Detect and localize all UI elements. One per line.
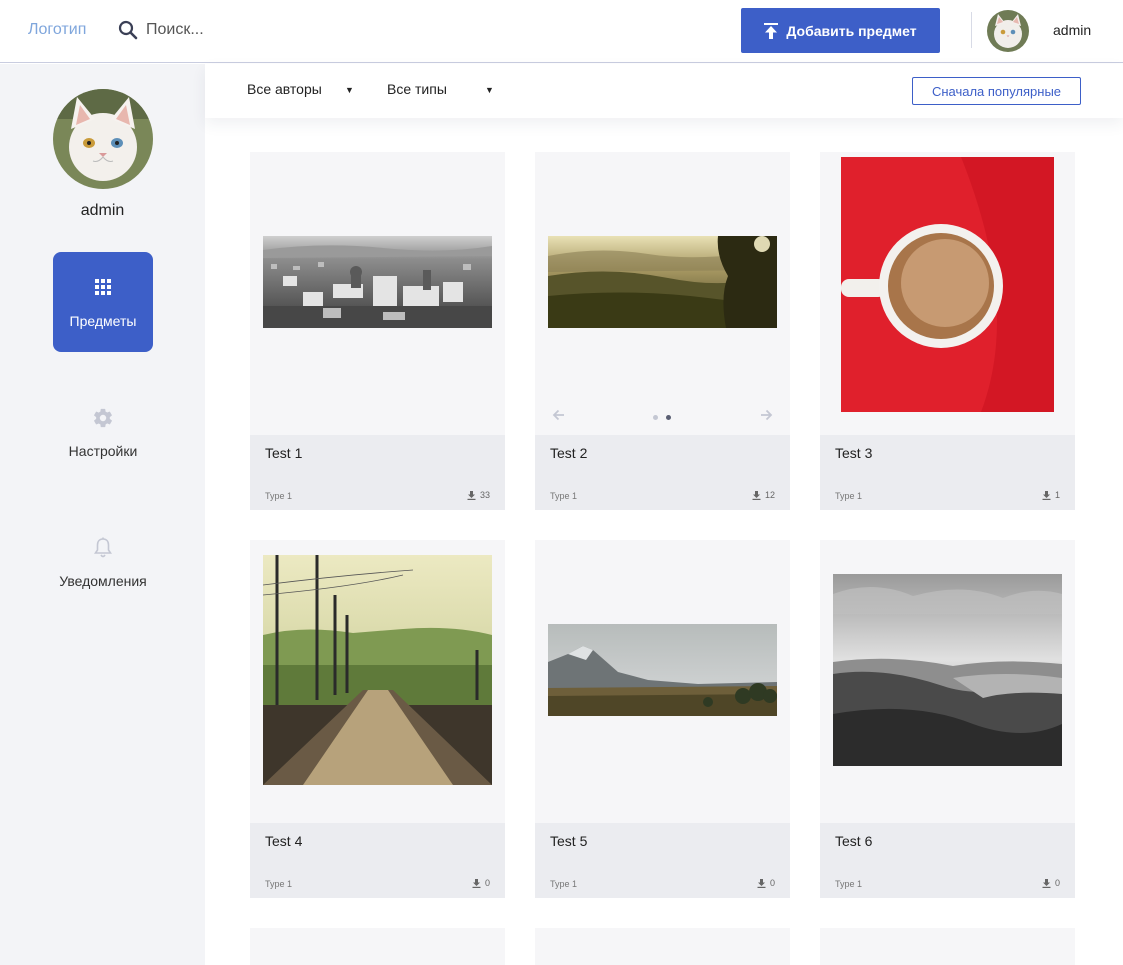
card-title[interactable]: Test 2 [550, 445, 587, 461]
card-type: Type 1 [835, 879, 863, 889]
card-media [535, 152, 790, 435]
sidebar-item-label: Уведомления [59, 573, 147, 589]
header-username[interactable]: admin [1053, 22, 1091, 38]
card-media [250, 540, 505, 823]
types-filter[interactable]: Все типы ▼ [387, 81, 494, 97]
arrow-left-icon[interactable] [552, 408, 566, 422]
coffee-photo [841, 157, 1054, 412]
card-type: Type 1 [265, 879, 293, 889]
sidebar-item-notifications[interactable]: Уведомления [53, 512, 153, 612]
download-count: 33 [467, 490, 490, 500]
hills-photo [548, 236, 777, 328]
caret-down-icon: ▼ [485, 85, 494, 95]
item-card-partial[interactable] [535, 928, 790, 965]
search-input[interactable] [146, 17, 446, 43]
search-icon[interactable] [118, 20, 138, 40]
item-card[interactable]: Test 4 Type 1 0 [250, 540, 505, 898]
card-type: Type 1 [835, 491, 863, 501]
card-info: Test 2 Type 1 12 [535, 435, 790, 510]
card-media [820, 540, 1075, 823]
logo[interactable]: Логотип [28, 21, 86, 39]
card-info: Test 5 Type 1 0 [535, 823, 790, 898]
download-count-value: 1 [1054, 490, 1060, 500]
card-media [535, 540, 790, 823]
download-icon [1042, 878, 1051, 888]
card-type: Type 1 [550, 491, 578, 501]
card-title[interactable]: Test 1 [265, 445, 302, 461]
sidebar-item-label: Настройки [68, 443, 138, 459]
download-icon [1042, 490, 1051, 500]
top-bar: Логотип Добавить предмет admin [0, 0, 1123, 63]
item-card-partial[interactable] [820, 928, 1075, 965]
card-type: Type 1 [550, 879, 578, 889]
sidebar-item-label: Предметы [69, 313, 137, 329]
item-card[interactable]: Test 5 Type 1 0 [535, 540, 790, 898]
card-media [820, 152, 1075, 435]
card-info: Test 3 Type 1 1 [820, 435, 1075, 510]
railway-photo [263, 555, 492, 785]
sidebar-item-settings[interactable]: Настройки [53, 382, 153, 482]
city-photo [263, 236, 492, 328]
card-title[interactable]: Test 4 [265, 833, 302, 849]
gear-icon [92, 407, 114, 429]
avatar[interactable] [987, 10, 1029, 52]
card-media [250, 152, 505, 435]
filter-bar: Все авторы ▼ Все типы ▼ Сначала популярн… [205, 64, 1123, 118]
download-icon [467, 490, 476, 500]
download-count-value: 0 [1054, 878, 1060, 888]
carousel-dot[interactable] [653, 415, 658, 420]
add-item-label: Добавить предмет [786, 22, 917, 39]
header-divider [971, 12, 972, 48]
card-info: Test 4 Type 1 0 [250, 823, 505, 898]
download-icon [472, 878, 481, 888]
card-title[interactable]: Test 3 [835, 445, 872, 461]
item-card[interactable]: Test 3 Type 1 1 [820, 152, 1075, 510]
profile-username: admin [80, 202, 125, 219]
valley-photo [833, 574, 1062, 766]
item-card[interactable]: Test 2 Type 1 12 [535, 152, 790, 510]
profile-avatar[interactable] [53, 89, 153, 189]
download-count: 0 [1042, 878, 1060, 888]
add-item-button[interactable]: Добавить предмет [741, 8, 940, 53]
sort-button[interactable]: Сначала популярные [912, 77, 1081, 105]
arrow-right-icon[interactable] [759, 408, 773, 422]
grid-icon [94, 278, 112, 296]
download-icon [757, 878, 766, 888]
card-type: Type 1 [265, 491, 293, 501]
download-count: 1 [1042, 490, 1060, 500]
download-icon [752, 490, 761, 500]
card-info: Test 1 Type 1 33 [250, 435, 505, 510]
items-grid: Test 1 Type 1 33 Test 2 Type 1 12 Test 3… [250, 152, 1075, 965]
download-count-value: 12 [764, 490, 775, 500]
bell-icon [93, 537, 113, 559]
download-count: 0 [472, 878, 490, 888]
mountain-photo [548, 624, 777, 716]
authors-filter-label: Все авторы [247, 81, 322, 97]
authors-filter[interactable]: Все авторы ▼ [247, 81, 354, 97]
download-count: 12 [752, 490, 775, 500]
download-count: 0 [757, 878, 775, 888]
carousel-dot-active[interactable] [666, 415, 671, 420]
card-info: Test 6 Type 1 0 [820, 823, 1075, 898]
item-card-partial[interactable] [250, 928, 505, 965]
caret-down-icon: ▼ [345, 85, 354, 95]
download-count-value: 0 [484, 878, 490, 888]
card-title[interactable]: Test 5 [550, 833, 587, 849]
upload-icon [764, 22, 779, 39]
download-count-value: 33 [479, 490, 490, 500]
sidebar: admin Предметы Настройки Уведомления [0, 64, 205, 965]
card-title[interactable]: Test 6 [835, 833, 872, 849]
download-count-value: 0 [769, 878, 775, 888]
types-filter-label: Все типы [387, 81, 447, 97]
sidebar-item-items[interactable]: Предметы [53, 252, 153, 352]
item-card[interactable]: Test 1 Type 1 33 [250, 152, 505, 510]
item-card[interactable]: Test 6 Type 1 0 [820, 540, 1075, 898]
